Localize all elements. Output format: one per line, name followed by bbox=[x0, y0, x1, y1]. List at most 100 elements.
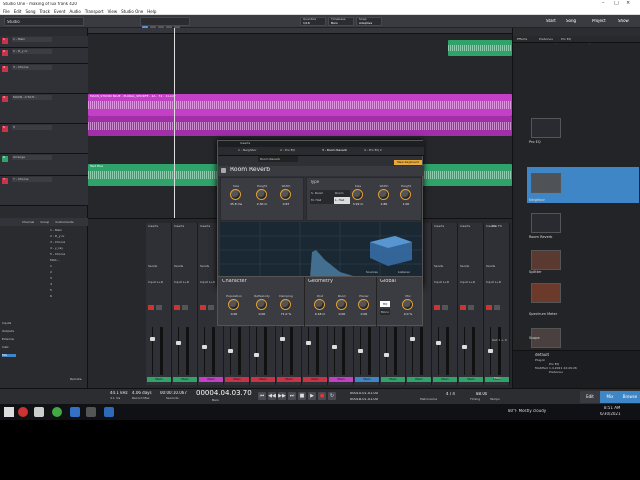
input-label[interactable]: Input L+R bbox=[148, 281, 163, 284]
channel-list-row[interactable]: 5 bbox=[50, 289, 52, 292]
input-label[interactable]: Input L+R bbox=[486, 281, 501, 284]
new-keyboard-button[interactable]: New Keyboard bbox=[394, 160, 422, 165]
play-button[interactable]: ▶ bbox=[308, 392, 316, 400]
geometry-knob[interactable] bbox=[336, 299, 347, 310]
type-button-sroom[interactable]: S. Room bbox=[310, 190, 334, 197]
volume-fader[interactable] bbox=[488, 349, 493, 353]
insert-tab[interactable]: 1 - Neighbor bbox=[238, 149, 257, 152]
mix-knob[interactable] bbox=[402, 299, 413, 310]
menu-item[interactable]: Audio bbox=[69, 9, 80, 14]
channel-list-row[interactable]: 4 - y_ray bbox=[50, 247, 63, 250]
volume-fader[interactable] bbox=[462, 345, 467, 349]
channel-name-label[interactable]: Main bbox=[303, 377, 327, 382]
sends-label[interactable]: Sends bbox=[460, 265, 469, 268]
channel-list-row[interactable]: 3 - Chorus bbox=[50, 241, 65, 244]
reverb-knob[interactable] bbox=[378, 189, 389, 200]
menu-item[interactable]: View bbox=[108, 9, 118, 14]
track-name[interactable]: 3 - Chorus bbox=[12, 65, 52, 70]
explorer-icon[interactable] bbox=[34, 407, 44, 417]
browser-item[interactable]: Splitter bbox=[529, 268, 542, 276]
solo-button[interactable] bbox=[468, 305, 474, 310]
channel-name-label[interactable]: Main bbox=[251, 377, 275, 382]
track-name[interactable]: 2 - D_y nr bbox=[12, 49, 52, 54]
volume-fader[interactable] bbox=[384, 353, 389, 357]
hq-button[interactable]: HQ bbox=[380, 301, 390, 307]
input-label[interactable]: Input L+R bbox=[174, 281, 189, 284]
track-name[interactable]: 5 bbox=[12, 125, 52, 130]
timebase-box[interactable]: Timebase Bars bbox=[328, 17, 354, 26]
volume-fader[interactable] bbox=[150, 337, 155, 341]
solo-button[interactable] bbox=[442, 305, 448, 310]
menu-item[interactable]: Studio One bbox=[121, 9, 143, 14]
track-name[interactable]: 7 - Chorus bbox=[12, 177, 52, 182]
track-header[interactable]: 2 2 - D_y nr bbox=[0, 48, 88, 64]
browser-item[interactable]: Scope bbox=[529, 334, 540, 342]
volume-fader[interactable] bbox=[280, 337, 285, 341]
volume-fader[interactable] bbox=[306, 341, 311, 345]
track-name[interactable]: MACN...C'SCH... bbox=[12, 95, 52, 100]
mixer-side-tab[interactable]: External bbox=[2, 338, 14, 341]
solo-button[interactable] bbox=[208, 305, 214, 310]
sends-label[interactable]: Sends bbox=[148, 265, 157, 268]
track-header[interactable]: 3 3 - Chorus bbox=[0, 64, 88, 94]
reverb-knob[interactable] bbox=[230, 189, 241, 200]
volume-fader[interactable] bbox=[358, 349, 363, 353]
channel-list-row[interactable]: 1 - Main bbox=[50, 229, 62, 232]
menu-item[interactable]: Edit bbox=[14, 9, 22, 14]
sends-label[interactable]: Sends bbox=[174, 265, 183, 268]
solo-button[interactable] bbox=[494, 305, 500, 310]
insert-tab[interactable]: 2 - Pro EQ bbox=[280, 149, 295, 152]
loop-button[interactable]: ↻ bbox=[328, 392, 336, 400]
close-button[interactable]: × bbox=[626, 1, 630, 7]
channel-list-row[interactable]: 5 - Chorus bbox=[50, 253, 65, 256]
volume-fader[interactable] bbox=[176, 341, 181, 345]
minimize-button[interactable]: – bbox=[602, 1, 605, 7]
menu-item[interactable]: Track bbox=[40, 9, 50, 14]
edit-button[interactable]: Edit bbox=[580, 391, 600, 403]
channel-name-label[interactable]: Main bbox=[277, 377, 301, 382]
solo-button[interactable] bbox=[182, 305, 188, 310]
mixer-side-tab[interactable]: Instr. bbox=[2, 346, 9, 349]
song-selector[interactable]: Studio bbox=[4, 17, 84, 26]
project-button[interactable]: Project bbox=[592, 19, 606, 23]
loop-start[interactable]: 00010.01.01.00 bbox=[350, 392, 378, 396]
channel-list-row[interactable]: 6 bbox=[50, 295, 52, 298]
menu-item[interactable]: File bbox=[3, 9, 10, 14]
clock-time[interactable]: 8:51 AM bbox=[604, 406, 620, 410]
channel-list-row[interactable]: 1 bbox=[50, 265, 52, 268]
track-name[interactable]: 1 - Main bbox=[12, 37, 52, 42]
menu-item[interactable]: Song bbox=[25, 9, 35, 14]
channel-name-label[interactable]: Main bbox=[433, 377, 457, 382]
mixer-side-tab[interactable]: Inputs bbox=[2, 322, 11, 325]
start-button[interactable]: Start bbox=[546, 19, 556, 23]
reverb-knob[interactable] bbox=[400, 189, 411, 200]
quantize-box[interactable]: Quantize 1/16 bbox=[300, 17, 326, 26]
forward-button[interactable]: ▶▶ bbox=[278, 392, 286, 400]
mixer-list-header[interactable]: Group bbox=[40, 218, 49, 226]
menu-item[interactable]: Transport bbox=[85, 9, 104, 14]
rewind-start-button[interactable]: ⏮ bbox=[258, 392, 266, 400]
app-icon[interactable] bbox=[104, 407, 114, 417]
mix-button[interactable]: Mix bbox=[600, 391, 620, 403]
mute-button[interactable] bbox=[174, 305, 180, 310]
mute-button[interactable] bbox=[434, 305, 440, 310]
channel-name-label[interactable]: Main bbox=[329, 377, 353, 382]
inserts-label[interactable]: Inserts bbox=[200, 225, 210, 228]
rewind-button[interactable]: ◀◀ bbox=[268, 392, 276, 400]
browse-button[interactable]: Browse bbox=[620, 391, 640, 403]
mono-button[interactable]: Mono bbox=[380, 309, 390, 315]
timeline-ruler[interactable] bbox=[88, 28, 512, 34]
browser-item[interactable]: Neighbor bbox=[529, 196, 545, 204]
bars-position[interactable]: 00004.04.03.70 bbox=[196, 390, 252, 398]
track-header[interactable]: 4 MACN...C'SCH... bbox=[0, 94, 88, 124]
show-button[interactable]: Show bbox=[618, 19, 629, 23]
volume-fader[interactable] bbox=[202, 345, 207, 349]
inserts-label[interactable]: Inserts bbox=[174, 225, 184, 228]
chrome-icon[interactable] bbox=[18, 407, 28, 417]
channel-list-row[interactable]: 4 bbox=[50, 283, 52, 286]
character-knob[interactable] bbox=[228, 299, 239, 310]
preset-selector[interactable]: Room Reverb bbox=[258, 156, 298, 162]
mixer-side-tab[interactable]: Outputs bbox=[2, 330, 14, 333]
track-header[interactable]: 1 1 - Main bbox=[0, 36, 88, 48]
sends-label[interactable]: Sends bbox=[486, 265, 495, 268]
